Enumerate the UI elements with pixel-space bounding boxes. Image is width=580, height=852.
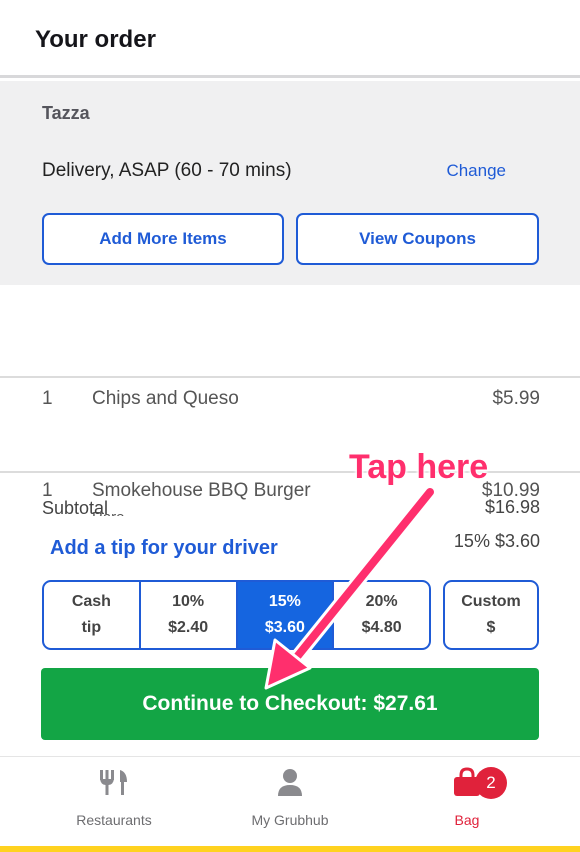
nav-restaurants[interactable]: Restaurants <box>34 767 194 828</box>
tip-option-label: Cash <box>71 593 111 610</box>
item-price: $5.99 <box>492 388 540 409</box>
annotation-text: Tap here <box>349 448 489 486</box>
restaurant-name: Tazza <box>42 103 90 123</box>
tip-option-sub: $ <box>486 619 496 636</box>
item-quantity: 1 <box>42 388 53 409</box>
tip-option-label: 15% <box>268 593 301 610</box>
tip-cash-button[interactable]: Cash tip <box>44 582 139 648</box>
page-title: Your order <box>35 26 156 53</box>
divider <box>0 376 580 378</box>
bag-count-badge: 2 <box>475 767 507 799</box>
divider <box>0 471 580 473</box>
nav-label: My Grubhub <box>251 812 329 828</box>
tip-options: Cash tip 10% $2.40 15% $3.60 20% $4.80 <box>42 580 431 650</box>
nav-mygrubhub[interactable]: My Grubhub <box>210 767 370 828</box>
subtotal-value: $16.98 <box>484 497 540 517</box>
delivery-info: Delivery, ASAP (60 - 70 mins) <box>42 160 292 181</box>
tip-title: Add a tip for your driver <box>50 537 278 559</box>
tip-option-sub: $2.40 <box>168 619 209 636</box>
person-icon <box>275 767 305 802</box>
view-coupons-button[interactable]: View Coupons <box>296 213 539 265</box>
header: Your order <box>0 0 580 78</box>
tip-20-button[interactable]: 20% $4.80 <box>332 582 429 648</box>
tip-option-label: 10% <box>172 593 205 610</box>
tip-option-label: 20% <box>365 593 398 610</box>
nav-label: Restaurants <box>76 812 152 828</box>
nav-label: Bag <box>454 812 480 828</box>
add-more-items-button[interactable]: Add More Items <box>42 213 284 265</box>
tip-custom-button[interactable]: Custom $ <box>443 580 539 650</box>
tip-option-sub: $4.80 <box>361 619 402 636</box>
tip-option-sub: $3.60 <box>264 619 305 636</box>
item-name: Smokehouse BBQ Burger <box>92 480 311 501</box>
bottom-accent-bar <box>0 846 580 852</box>
bottom-nav: Restaurants My Grubhub 2 Bag <box>0 756 580 847</box>
checkout-button[interactable]: Continue to Checkout: $27.61 <box>41 668 539 740</box>
tip-10-button[interactable]: 10% $2.40 <box>138 582 236 648</box>
restaurants-icon <box>97 767 131 802</box>
tip-option-label: Custom <box>461 593 521 610</box>
change-link[interactable]: Change <box>446 161 506 181</box>
item-name: Chips and Queso <box>92 388 239 409</box>
tip-15-button[interactable]: 15% $3.60 <box>235 582 333 648</box>
tip-amount: 15% $3.60 <box>453 531 540 551</box>
nav-bag[interactable]: 2 Bag <box>387 767 547 828</box>
tip-option-sub: tip <box>81 619 102 636</box>
